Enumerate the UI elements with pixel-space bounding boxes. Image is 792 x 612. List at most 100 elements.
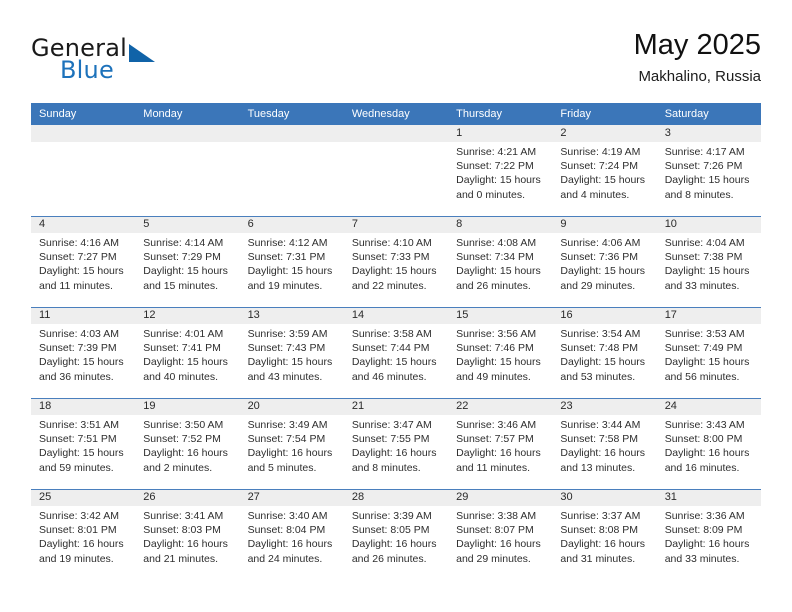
day-details: Sunrise: 3:37 AM Sunset: 8:08 PM Daylight:…: [552, 506, 656, 566]
calendar-day-cell[interactable]: 2 Sunrise: 4:19 AM Sunset: 7:24 PM Daylight…: [552, 125, 657, 215]
day-number: 21: [343, 398, 449, 415]
sunset-time: Sunset: 7:27 PM: [39, 251, 117, 264]
brand-logo[interactable]: General Blue: [31, 34, 261, 94]
sunrise-time: Sunrise: 4:21 AM: [456, 146, 537, 158]
calendar-day-cell[interactable]: 4 Sunrise: 4:16 AM Sunset: 7:27 PM Daylight…: [31, 216, 136, 306]
sunset-time: Sunset: 7:57 PM: [456, 433, 534, 446]
calendar-day-cell[interactable]: 12 Sunrise: 4:01 AM Sunset: 7:41 PM Dayligh…: [135, 307, 240, 397]
calendar-day-cell[interactable]: 18 Sunrise: 3:51 AM Sunset: 7:51 PM Dayligh…: [31, 398, 136, 488]
day-number: 28: [343, 489, 449, 506]
day-number: 24: [656, 398, 761, 415]
day-details: Sunrise: 3:42 AM Sunset: 8:01 PM Daylight:…: [31, 506, 135, 566]
calendar-day-cell[interactable]: 8 Sunrise: 4:08 AM Sunset: 7:34 PM Daylight…: [448, 216, 553, 306]
daylight-duration: Daylight: 16 hours and 8 minutes.: [351, 447, 437, 474]
calendar-day-cell[interactable]: 16 Sunrise: 3:54 AM Sunset: 7:48 PM Dayligh…: [552, 307, 657, 397]
day-number: 11: [31, 307, 136, 324]
day-number: [343, 125, 449, 142]
sunset-time: Sunset: 7:33 PM: [351, 251, 430, 264]
calendar-day-cell[interactable]: 22 Sunrise: 3:46 AM Sunset: 7:57 PM Dayligh…: [448, 398, 553, 488]
calendar-day-cell[interactable]: 5 Sunrise: 4:14 AM Sunset: 7:29 PM Daylight…: [135, 216, 240, 306]
day-number: 14: [343, 307, 449, 324]
calendar-week-row: 1 Sunrise: 4:21 AM Sunset: 7:22 PM Daylight…: [31, 125, 761, 215]
sunrise-time: Sunrise: 3:47 AM: [351, 419, 432, 431]
calendar-day-cell[interactable]: 6 Sunrise: 4:12 AM Sunset: 7:31 PM Daylight…: [239, 216, 344, 306]
weekday-header-monday: Monday: [143, 108, 183, 120]
brand-triangle-icon: [129, 44, 155, 62]
sunrise-time: Sunrise: 3:51 AM: [39, 419, 119, 431]
calendar-week-row: 18 Sunrise: 3:51 AM Sunset: 7:51 PM Dayligh…: [31, 397, 761, 488]
calendar-day-cell[interactable]: 29 Sunrise: 3:38 AM Sunset: 8:07 PM Dayligh…: [448, 489, 553, 579]
brand-name-blue: Blue: [60, 56, 114, 84]
calendar-day-cell[interactable]: 9 Sunrise: 4:06 AM Sunset: 7:36 PM Daylight…: [552, 216, 657, 306]
sunrise-time: Sunrise: 4:04 AM: [664, 237, 745, 249]
day-number: [239, 125, 344, 142]
day-number: 20: [239, 398, 344, 415]
day-number: 8: [448, 216, 553, 233]
calendar-day-cell[interactable]: 27 Sunrise: 3:40 AM Sunset: 8:04 PM Dayligh…: [239, 489, 344, 579]
daylight-duration: Daylight: 16 hours and 21 minutes.: [143, 538, 228, 565]
sunrise-time: Sunrise: 4:06 AM: [560, 237, 641, 249]
day-number: 18: [31, 398, 136, 415]
calendar-weeks: 1 Sunrise: 4:21 AM Sunset: 7:22 PM Daylight…: [31, 125, 761, 579]
day-details: Sunrise: 3:51 AM Sunset: 7:51 PM Daylight:…: [31, 415, 135, 475]
sunset-time: Sunset: 7:52 PM: [143, 433, 221, 446]
calendar-day-cell[interactable]: 31 Sunrise: 3:36 AM Sunset: 8:09 PM Dayligh…: [656, 489, 761, 579]
day-number: 3: [656, 125, 761, 142]
calendar-day-cell[interactable]: 19 Sunrise: 3:50 AM Sunset: 7:52 PM Dayligh…: [135, 398, 240, 488]
calendar-day-cell[interactable]: 26 Sunrise: 3:41 AM Sunset: 8:03 PM Dayligh…: [135, 489, 240, 579]
calendar-day-cell-empty: [343, 125, 449, 215]
calendar-day-cell[interactable]: 11 Sunrise: 4:03 AM Sunset: 7:39 PM Dayligh…: [31, 307, 136, 397]
day-details: Sunrise: 3:38 AM Sunset: 8:07 PM Daylight:…: [448, 506, 552, 566]
day-number: 9: [552, 216, 657, 233]
calendar-day-cell[interactable]: 20 Sunrise: 3:49 AM Sunset: 7:54 PM Dayligh…: [239, 398, 344, 488]
day-details: Sunrise: 4:03 AM Sunset: 7:39 PM Daylight:…: [31, 324, 135, 384]
calendar-day-cell[interactable]: 30 Sunrise: 3:37 AM Sunset: 8:08 PM Dayligh…: [552, 489, 657, 579]
daylight-duration: Daylight: 15 hours and 53 minutes.: [560, 356, 646, 383]
calendar-day-cell[interactable]: 17 Sunrise: 3:53 AM Sunset: 7:49 PM Dayligh…: [656, 307, 761, 397]
day-number: 1: [448, 125, 553, 142]
sunrise-time: Sunrise: 3:59 AM: [247, 328, 328, 340]
sunrise-time: Sunrise: 3:38 AM: [456, 510, 537, 522]
calendar-day-cell[interactable]: 28 Sunrise: 3:39 AM Sunset: 8:05 PM Dayligh…: [343, 489, 449, 579]
calendar-grid: Sunday Monday Tuesday Wednesday Thursday Frid…: [31, 103, 761, 579]
day-details: Sunrise: 3:47 AM Sunset: 7:55 PM Daylight:…: [344, 415, 448, 475]
calendar-day-cell[interactable]: 24 Sunrise: 3:43 AM Sunset: 8:00 PM Dayligh…: [656, 398, 761, 488]
day-details: Sunrise: 4:01 AM Sunset: 7:41 PM Daylight:…: [135, 324, 239, 384]
calendar-day-cell[interactable]: 7 Sunrise: 4:10 AM Sunset: 7:33 PM Daylight…: [343, 216, 449, 306]
sunset-time: Sunset: 8:07 PM: [456, 524, 534, 537]
sunrise-time: Sunrise: 3:37 AM: [560, 510, 641, 522]
calendar-day-cell[interactable]: 21 Sunrise: 3:47 AM Sunset: 7:55 PM Dayligh…: [343, 398, 449, 488]
page-title: May 2025: [633, 29, 761, 61]
day-details: Sunrise: 3:54 AM Sunset: 7:48 PM Daylight:…: [552, 324, 656, 384]
daylight-duration: Daylight: 15 hours and 11 minutes.: [39, 265, 124, 292]
calendar-day-cell[interactable]: 25 Sunrise: 3:42 AM Sunset: 8:01 PM Dayligh…: [31, 489, 136, 579]
day-details: Sunrise: 3:46 AM Sunset: 7:57 PM Daylight:…: [448, 415, 552, 475]
daylight-duration: Daylight: 16 hours and 16 minutes.: [664, 447, 750, 474]
daylight-duration: Daylight: 16 hours and 13 minutes.: [560, 447, 646, 474]
daylight-duration: Daylight: 15 hours and 15 minutes.: [143, 265, 228, 292]
calendar-day-cell[interactable]: 10 Sunrise: 4:04 AM Sunset: 7:38 PM Dayligh…: [656, 216, 761, 306]
day-details: Sunrise: 3:41 AM Sunset: 8:03 PM Daylight:…: [135, 506, 239, 566]
day-details: Sunrise: 4:08 AM Sunset: 7:34 PM Daylight:…: [448, 233, 552, 293]
day-details: Sunrise: 3:50 AM Sunset: 7:52 PM Daylight:…: [135, 415, 239, 475]
day-details: Sunrise: 4:04 AM Sunset: 7:38 PM Daylight:…: [657, 233, 761, 293]
calendar-day-cell[interactable]: 15 Sunrise: 3:56 AM Sunset: 7:46 PM Dayligh…: [448, 307, 553, 397]
calendar-page: General Blue May 2025 Makhalino, Russia …: [0, 0, 792, 612]
calendar-day-cell[interactable]: 23 Sunrise: 3:44 AM Sunset: 7:58 PM Dayligh…: [552, 398, 657, 488]
calendar-day-cell[interactable]: 1 Sunrise: 4:21 AM Sunset: 7:22 PM Daylight…: [448, 125, 553, 215]
sunset-time: Sunset: 7:43 PM: [247, 342, 326, 355]
sunrise-time: Sunrise: 4:16 AM: [39, 237, 119, 249]
day-number: 15: [448, 307, 553, 324]
day-number: 10: [656, 216, 761, 233]
day-number: 23: [552, 398, 657, 415]
day-details: Sunrise: 3:39 AM Sunset: 8:05 PM Daylight:…: [344, 506, 448, 566]
daylight-duration: Daylight: 16 hours and 19 minutes.: [39, 538, 124, 565]
daylight-duration: Daylight: 16 hours and 5 minutes.: [247, 447, 333, 474]
calendar-day-cell[interactable]: 3 Sunrise: 4:17 AM Sunset: 7:26 PM Daylight…: [656, 125, 761, 215]
location-subtitle: Makhalino, Russia: [638, 68, 761, 85]
day-details: Sunrise: 4:06 AM Sunset: 7:36 PM Daylight:…: [552, 233, 656, 293]
day-details: Sunrise: 3:49 AM Sunset: 7:54 PM Daylight:…: [240, 415, 344, 475]
daylight-duration: Daylight: 15 hours and 29 minutes.: [560, 265, 646, 292]
calendar-day-cell[interactable]: 13 Sunrise: 3:59 AM Sunset: 7:43 PM Dayligh…: [239, 307, 344, 397]
calendar-day-cell[interactable]: 14 Sunrise: 3:58 AM Sunset: 7:44 PM Dayligh…: [343, 307, 449, 397]
